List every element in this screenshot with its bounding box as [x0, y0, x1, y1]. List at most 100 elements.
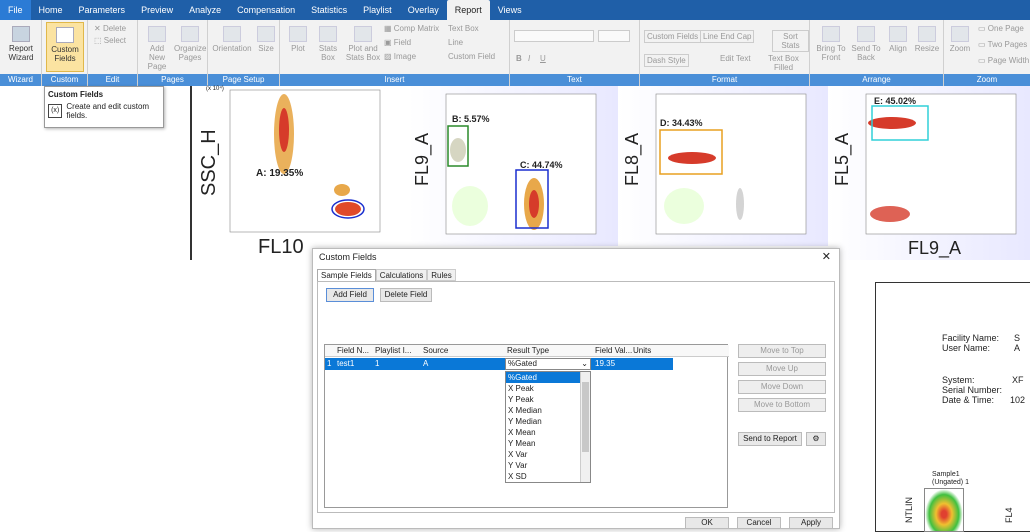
- send-to-back-button[interactable]: Send To Back: [850, 26, 882, 62]
- dropdown-scrollbar[interactable]: [580, 372, 590, 482]
- image-label: Image: [393, 52, 417, 61]
- underline-button[interactable]: U: [540, 54, 546, 63]
- menu-parameters[interactable]: Parameters: [71, 0, 134, 20]
- tab-panel: Add Field Delete Field Field N... Playli…: [317, 281, 835, 513]
- move-to-top-button[interactable]: Move to Top: [738, 344, 826, 358]
- insert-image-button[interactable]: ▨ Image: [384, 52, 416, 61]
- option-y-median[interactable]: Y Median: [506, 416, 590, 427]
- custom-field-insert-button[interactable]: Custom Field: [448, 52, 495, 61]
- move-up-button[interactable]: Move Up: [738, 362, 826, 376]
- italic-button[interactable]: I: [528, 54, 530, 63]
- insert-plot-stats-button[interactable]: Plot and Stats Box: [344, 26, 382, 62]
- line-end-cap-combo[interactable]: Line End Cap: [700, 30, 755, 43]
- custom-fields-button[interactable]: Custom Fields: [46, 22, 84, 72]
- add-page-button[interactable]: Add New Page: [142, 26, 172, 71]
- font-combo[interactable]: [514, 30, 594, 42]
- delete-field-button[interactable]: Delete Field: [380, 288, 432, 302]
- organize-pages-button[interactable]: Organize Pages: [174, 26, 206, 62]
- sort-stats-button[interactable]: Sort Stats: [772, 30, 809, 52]
- menu-statistics[interactable]: Statistics: [303, 0, 355, 20]
- option-y-var[interactable]: Y Var: [506, 460, 590, 471]
- function-icon: (x): [48, 104, 63, 118]
- group-pages: Add New Page Organize Pages Pages: [138, 20, 208, 86]
- scroll-thumb[interactable]: [582, 382, 589, 452]
- custom-fields-tooltip: Custom Fields (x) Create and edit custom…: [44, 86, 164, 128]
- custom-fields-combo[interactable]: Custom Fields: [644, 30, 702, 43]
- option-x-peak[interactable]: X Peak: [506, 383, 590, 394]
- two-pages-button[interactable]: ▭ Two Pages: [978, 40, 1027, 49]
- close-icon[interactable]: ✕: [822, 249, 831, 265]
- plot-fl5[interactable]: FL5_A E: 45.02% FL9_A: [828, 86, 1030, 260]
- menu-playlist[interactable]: Playlist: [355, 0, 400, 20]
- ok-button[interactable]: OK: [685, 517, 729, 529]
- tab-calculations[interactable]: Calculations: [375, 269, 428, 281]
- line-button[interactable]: Line: [448, 38, 463, 47]
- select-button[interactable]: ⬚ Select: [94, 36, 126, 45]
- dialog-titlebar: Custom Fields ✕: [313, 249, 839, 265]
- gear-icon[interactable]: ⚙: [806, 432, 826, 446]
- gate-d-label: D: 34.43%: [660, 118, 703, 128]
- tab-sample-fields[interactable]: Sample Fields: [317, 269, 376, 281]
- table-row[interactable]: 1 test1 1 A 19.35: [325, 358, 673, 370]
- menu-preview[interactable]: Preview: [133, 0, 181, 20]
- bring-to-front-button[interactable]: Bring To Front: [814, 26, 848, 62]
- option-x-mean[interactable]: X Mean: [506, 427, 590, 438]
- apply-button[interactable]: Apply: [789, 517, 833, 529]
- plot-fl8[interactable]: FL8_A D: 34.43%: [618, 86, 828, 246]
- result-type-select[interactable]: %Gated ⌄: [505, 358, 591, 370]
- menu-overlay[interactable]: Overlay: [400, 0, 447, 20]
- menu-report[interactable]: Report: [446, 0, 490, 20]
- plot-2-svg: [445, 93, 597, 235]
- gate-c-label: C: 44.74%: [520, 160, 563, 170]
- move-to-bottom-button[interactable]: Move to Bottom: [738, 398, 826, 412]
- bold-button[interactable]: B: [516, 54, 522, 63]
- group-insert: Plot Stats Box Plot and Stats Box ▦ Comp…: [280, 20, 510, 86]
- group-text: B I U Text: [510, 20, 640, 86]
- gate-e-label: E: 45.02%: [874, 96, 917, 106]
- group-arrange: Bring To Front Send To Back Align Resize…: [810, 20, 944, 86]
- back-label: Send To Back: [851, 44, 881, 62]
- text-box-button[interactable]: Text Box: [448, 24, 479, 33]
- menu-compensation[interactable]: Compensation: [229, 0, 303, 20]
- row-field-name: test1: [337, 359, 355, 368]
- menu-analyze[interactable]: Analyze: [181, 0, 229, 20]
- insert-stats-button[interactable]: Stats Box: [314, 26, 342, 62]
- plot-ssc-fl10[interactable]: SSC_H A: 19.35% FL10 (x 10⁴): [196, 86, 408, 260]
- edit-text-button[interactable]: Edit Text: [720, 54, 751, 63]
- group-setup-label: Page Setup: [208, 74, 279, 86]
- cancel-button[interactable]: Cancel: [737, 517, 781, 529]
- resize-button[interactable]: Resize: [914, 26, 940, 53]
- menu-file[interactable]: File: [0, 0, 31, 20]
- option-gated[interactable]: %Gated: [506, 372, 590, 383]
- insert-plot-button[interactable]: Plot: [284, 26, 312, 53]
- option-y-peak[interactable]: Y Peak: [506, 394, 590, 405]
- menu-home[interactable]: Home: [31, 0, 71, 20]
- option-y-mean[interactable]: Y Mean: [506, 438, 590, 449]
- system-value: XF: [1012, 375, 1024, 385]
- orientation-icon: [223, 26, 241, 42]
- dash-style-combo[interactable]: Dash Style: [644, 54, 689, 67]
- size-button[interactable]: Size: [256, 26, 276, 53]
- add-field-button[interactable]: Add Field: [326, 288, 374, 302]
- font-size-combo[interactable]: [598, 30, 630, 42]
- insert-field-button[interactable]: ▣ Field: [384, 38, 411, 47]
- send-to-report-button[interactable]: Send to Report: [738, 432, 802, 446]
- facility-value: S: [1014, 333, 1021, 343]
- menu-views[interactable]: Views: [490, 0, 530, 20]
- report-wizard-button[interactable]: Report Wizard: [4, 26, 38, 62]
- comp-matrix-button[interactable]: ▦ Comp Matrix: [384, 24, 439, 33]
- option-x-sd[interactable]: X SD: [506, 471, 590, 482]
- delete-button[interactable]: ✕ Delete: [94, 24, 126, 33]
- tab-rules[interactable]: Rules: [427, 269, 456, 281]
- orientation-button[interactable]: Orientation: [212, 26, 252, 53]
- option-x-var[interactable]: X Var: [506, 449, 590, 460]
- plot-fl9[interactable]: FL9_A B: 5.57% C: 44.74%: [408, 86, 618, 246]
- two-pages-label: Two Pages: [987, 40, 1028, 49]
- text-box-filled-checkbox[interactable]: Text Box Filled: [758, 54, 809, 72]
- option-x-median[interactable]: X Median: [506, 405, 590, 416]
- align-button[interactable]: Align: [886, 26, 910, 53]
- zoom-button[interactable]: Zoom: [948, 26, 972, 53]
- one-page-button[interactable]: ▭ One Page: [978, 24, 1024, 33]
- move-down-button[interactable]: Move Down: [738, 380, 826, 394]
- page-width-button[interactable]: ▭ Page Width: [978, 56, 1029, 65]
